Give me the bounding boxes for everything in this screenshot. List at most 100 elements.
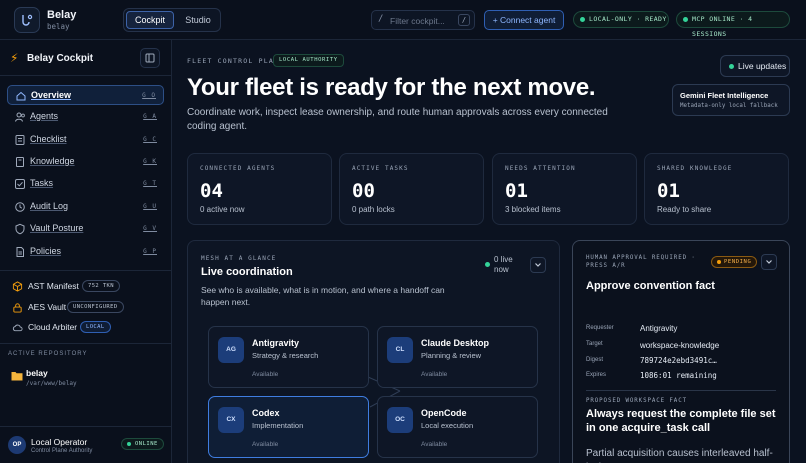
agent-avatar: OC [387, 407, 413, 433]
stat-label: SHARED KNOWLEDGE [657, 165, 733, 172]
shortcut-hint: G U [143, 203, 157, 210]
sidebar-item-label: Policies [30, 246, 62, 256]
belay-logo[interactable] [14, 7, 40, 33]
status-dot [580, 17, 585, 22]
sidebar-item-label: Tasks [30, 178, 54, 188]
book-icon [16, 157, 24, 167]
mode-switch: Cockpit Studio [123, 8, 221, 32]
sidebar-item-checklist[interactable]: Checklist G C [7, 130, 164, 150]
operator-status-badge: ONLINE [121, 438, 164, 450]
chevron-down-icon [766, 260, 772, 264]
filter-input[interactable] [390, 13, 454, 28]
stat-value: 04 [200, 180, 223, 202]
proposed-fact-text: Always request the complete file set in … [586, 408, 776, 434]
shortcut-hint: G C [143, 136, 157, 143]
detail-key: Expires [586, 372, 607, 378]
cloud-icon [12, 324, 23, 332]
tool-cloud-arbiter[interactable]: Cloud Arbiter LOCAL [12, 321, 162, 335]
vault-status-badge: UNCONFIGURED [67, 301, 124, 313]
sidebar-item-vault-posture[interactable]: Vault Posture G V [7, 219, 164, 239]
status-dot [729, 64, 734, 69]
filter-box[interactable]: / / [371, 10, 475, 30]
divider [0, 270, 172, 271]
sidebar-item-policies[interactable]: Policies G P [7, 242, 164, 262]
proposed-fact-description: Partial acquisition causes interleaved h… [586, 448, 773, 463]
agent-role: Strategy & research [252, 351, 319, 360]
folder-icon [11, 372, 23, 381]
local-status-text: LOCAL-ONLY · READY [589, 15, 667, 23]
repo-name[interactable]: belay [26, 368, 48, 378]
agent-name: Claude Desktop [421, 338, 490, 348]
status-dot [127, 442, 131, 446]
agent-card-antigravity[interactable]: AG Antigravity Strategy & research Avail… [208, 326, 369, 388]
sidebar-item-label: Audit Log [30, 201, 69, 211]
tool-label: AES Vault [28, 302, 67, 312]
sidebar-item-knowledge[interactable]: Knowledge G K [7, 152, 164, 172]
lock-icon [13, 303, 22, 313]
sidebar-item-label: Agents [30, 111, 59, 121]
detail-value: Antigravity [640, 324, 678, 333]
agent-name: Codex [252, 408, 280, 418]
tool-aes-vault[interactable]: AES Vault UNCONFIGURED [12, 301, 162, 315]
approval-expand-button[interactable] [761, 254, 777, 270]
sidebar-item-label: Knowledge [30, 156, 75, 166]
page-title: Your fleet is ready for the next move. [187, 74, 596, 101]
stat-label: CONNECTED AGENTS [200, 165, 276, 172]
sidebar-item-tasks[interactable]: Tasks G T [7, 174, 164, 194]
sidebar: ⚡ Belay Cockpit Overview G O Agents G A … [0, 40, 172, 463]
tab-studio[interactable]: Studio [178, 11, 218, 29]
bolt-icon: ⚡ [10, 51, 19, 65]
tool-label: Cloud Arbiter [28, 322, 78, 332]
sidebar-item-audit-log[interactable]: Audit Log G U [7, 197, 164, 217]
sidebar-toggle-icon [145, 53, 155, 63]
stat-value: 01 [657, 180, 680, 202]
agent-role: Implementation [252, 421, 304, 430]
home-icon [16, 91, 26, 101]
stat-subtext: Ready to share [657, 205, 712, 214]
cube-icon [12, 281, 23, 292]
agent-avatar: AG [218, 337, 244, 363]
agent-card-codex[interactable]: CX Codex Implementation Available [208, 396, 369, 458]
shield-icon [15, 223, 25, 235]
sidebar-item-label: Overview [31, 90, 72, 100]
stat-subtext: 0 path locks [352, 205, 395, 214]
divider [586, 390, 776, 391]
agent-card-claude-desktop[interactable]: CL Claude Desktop Planning & review Avai… [377, 326, 538, 388]
sidebar-item-overview[interactable]: Overview G O [7, 85, 164, 105]
arbiter-status-badge: LOCAL [80, 321, 111, 333]
sidebar-item-agents[interactable]: Agents G A [7, 107, 164, 127]
detail-value: 1086:01 remaining [640, 371, 717, 380]
stat-subtext: 3 blocked items [505, 205, 561, 214]
gemini-intelligence-card[interactable]: Gemini Fleet Intelligence Metadata-only … [672, 84, 790, 116]
live-updates-label: Live updates [738, 61, 787, 71]
avatar[interactable]: OP [8, 436, 26, 454]
approval-eyebrow: HUMAN APPROVAL REQUIRED · PRESS A/R [586, 255, 696, 269]
stat-value: 00 [352, 180, 375, 202]
stat-card-needs-attention[interactable]: NEEDS ATTENTION 01 3 blocked items [492, 153, 637, 225]
sidebar-item-label: Vault Posture [30, 223, 84, 233]
stat-card-active-tasks[interactable]: ACTIVE TASKS 00 0 path locks [339, 153, 484, 225]
tab-cockpit[interactable]: Cockpit [126, 11, 174, 29]
page-subtitle: Coordinate work, inspect lease ownership… [187, 107, 608, 132]
agent-card-opencode[interactable]: OC OpenCode Local execution Available [377, 396, 538, 458]
live-updates-button[interactable]: Live updates [720, 55, 790, 77]
local-status-pill: LOCAL-ONLY · READY [573, 11, 669, 28]
tool-label: AST Manifest [28, 281, 79, 291]
mcp-status-text: MCP ONLINE · 4 SESSIONS [692, 15, 753, 38]
brand-name: Belay [47, 9, 77, 21]
collapse-sidebar-button[interactable] [140, 48, 160, 68]
operator-status-text: ONLINE [135, 441, 158, 447]
stat-card-shared-knowledge[interactable]: SHARED KNOWLEDGE 01 Ready to share [644, 153, 789, 225]
detail-key: Target [586, 341, 603, 347]
tool-ast-manifest[interactable]: AST Manifest 752 TKN [12, 280, 162, 294]
active-repository-heading: ACTIVE REPOSITORY [8, 351, 88, 357]
status-dot [683, 17, 688, 22]
document-icon [16, 247, 24, 257]
agent-status: Available [252, 441, 279, 448]
status-badge: PENDING [711, 256, 758, 268]
stat-card-connected-agents[interactable]: CONNECTED AGENTS 04 0 active now [187, 153, 332, 225]
operator-name: Local Operator [31, 437, 88, 447]
belay-logo-icon [22, 14, 33, 26]
connect-agent-button[interactable]: + Connect agent [484, 10, 564, 30]
tasks-icon [15, 179, 25, 189]
